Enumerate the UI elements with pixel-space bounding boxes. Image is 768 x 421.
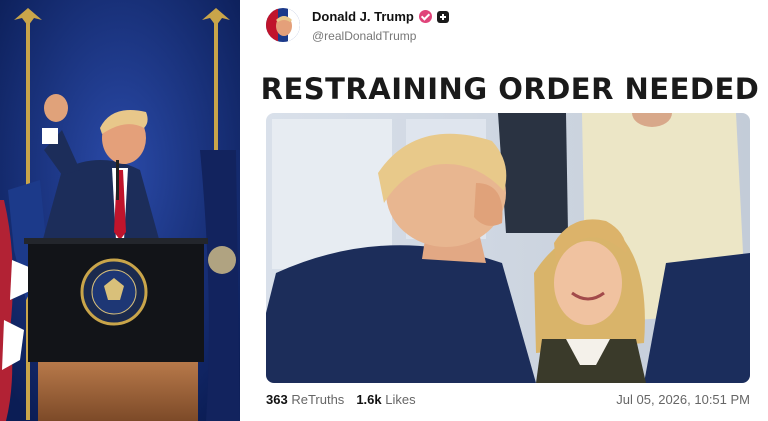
user-handle[interactable]: @realDonaldTrump: [312, 29, 416, 43]
plus-badge-icon: [436, 10, 449, 23]
retruths-count: 363: [266, 392, 288, 407]
retruths-stat[interactable]: 363 ReTruths: [266, 392, 344, 407]
verified-icon: [418, 10, 432, 23]
post-stats: 363 ReTruths 1.6k Likes: [266, 392, 416, 407]
post-timestamp[interactable]: Jul 05, 2026, 10:51 PM: [616, 392, 750, 407]
speaker-photo: [0, 0, 240, 421]
likes-count: 1.6k: [356, 392, 382, 407]
post-image[interactable]: [266, 113, 750, 383]
likes-stat[interactable]: 1.6k Likes: [356, 392, 415, 407]
social-post-card: Donald J. Trump @realDonaldTrump RESTRAI…: [252, 0, 768, 421]
post-header: Donald J. Trump @realDonaldTrump: [264, 6, 754, 46]
retruths-label: ReTruths: [291, 392, 345, 407]
avatar[interactable]: [266, 8, 300, 42]
likes-label: Likes: [385, 392, 416, 407]
display-name[interactable]: Donald J. Trump: [312, 9, 414, 24]
name-row: Donald J. Trump: [312, 9, 449, 24]
post-headline: RESTRAINING ORDER NEEDED: [260, 72, 760, 106]
